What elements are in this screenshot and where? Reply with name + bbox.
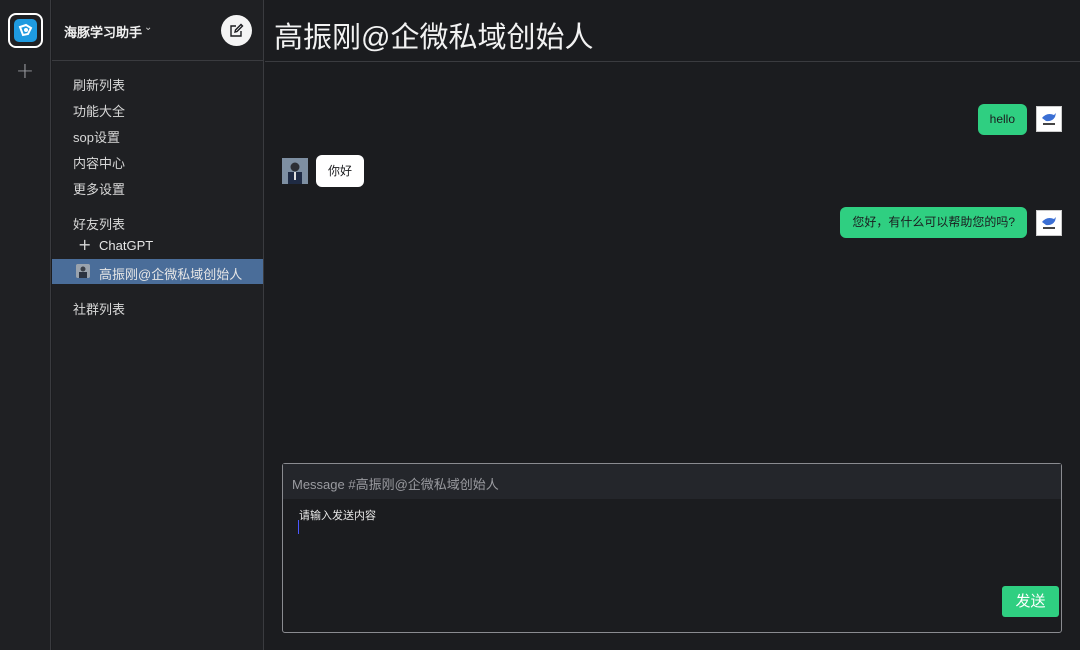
- menu-refresh-list[interactable]: 刷新列表: [73, 75, 125, 94]
- avatar: [76, 264, 90, 278]
- compose-button[interactable]: [221, 15, 252, 46]
- sidebar: 海豚学习助手 ⌄ 刷新列表 功能大全 sop设置 内容中心 更多设置 好友列表 …: [52, 0, 264, 650]
- menu-sop-settings[interactable]: sop设置: [73, 127, 120, 146]
- dolphin-icon: [1042, 113, 1056, 125]
- app-logo-icon: [14, 19, 37, 42]
- page-title: 高振刚@企微私域创始人: [274, 22, 594, 54]
- avatar: [282, 158, 308, 184]
- app-logo-button[interactable]: [8, 13, 43, 48]
- friend-item-selected[interactable]: 高振刚@企微私域创始人: [52, 259, 263, 284]
- avatar: [1036, 106, 1062, 132]
- message-composer: Message #高振刚@企微私域创始人 请输入发送内容 发送: [282, 463, 1062, 633]
- menu-content-center[interactable]: 内容中心: [73, 153, 125, 172]
- message-bubble-outgoing: 您好，有什么可以帮助您的吗?: [840, 207, 1027, 238]
- text-caret: [298, 520, 299, 534]
- plus-icon: +: [78, 235, 92, 254]
- friends-section-label: 好友列表: [73, 217, 126, 232]
- app-rail: +: [0, 0, 51, 650]
- menu-more-settings[interactable]: 更多设置: [73, 179, 125, 198]
- message-input[interactable]: 请输入发送内容: [299, 507, 376, 523]
- chevron-down-icon[interactable]: ⌄: [144, 22, 152, 33]
- avatar: [1036, 210, 1062, 236]
- send-button[interactable]: 发送: [1002, 586, 1059, 617]
- message-input-placeholder[interactable]: Message #高振刚@企微私域创始人: [292, 474, 499, 493]
- plus-icon[interactable]: +: [15, 61, 35, 83]
- composer-header: Message #高振刚@企微私域创始人: [283, 464, 1061, 499]
- edit-icon: [230, 23, 244, 37]
- chat-header: 高振刚@企微私域创始人: [265, 0, 1080, 62]
- workspace-name[interactable]: 海豚学习助手: [64, 22, 142, 41]
- friend-item-chatgpt[interactable]: + ChatGPT: [52, 233, 263, 258]
- dolphin-icon: [1042, 217, 1056, 229]
- sidebar-header: 海豚学习助手 ⌄: [52, 0, 263, 61]
- message-bubble-incoming: 你好: [316, 155, 365, 187]
- message-bubble-outgoing: hello: [977, 104, 1027, 135]
- groups-section-label[interactable]: 社群列表: [73, 299, 125, 318]
- friend-label: ChatGPT: [99, 238, 154, 253]
- menu-all-features[interactable]: 功能大全: [73, 101, 125, 120]
- friend-label: 高振刚@企微私域创始人: [99, 267, 243, 282]
